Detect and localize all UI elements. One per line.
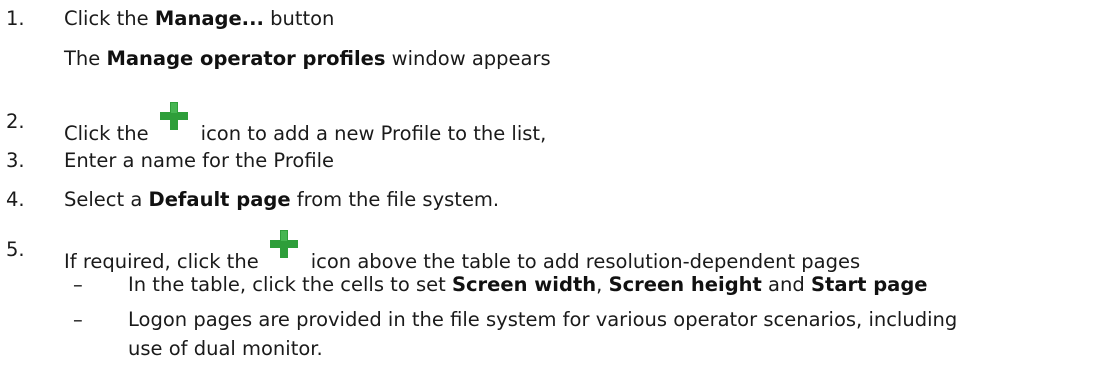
step-number: 3.: [6, 149, 25, 172]
step-text: The Manage operator profiles window appe…: [64, 47, 551, 70]
step-number: 2.: [6, 110, 25, 133]
step-text: Enter a name for the Profile: [64, 149, 335, 172]
substep-text: Logon pages are provided in the file sys…: [128, 308, 958, 331]
step-text: Click the Manage... button: [64, 7, 335, 30]
step-number: 4.: [6, 188, 25, 211]
manage-button-label: Manage...: [154, 7, 264, 30]
window-name: Manage operator profiles: [106, 47, 386, 70]
dash-bullet: –: [73, 273, 83, 296]
substep-text: In the table, click the cells to set Scr…: [128, 273, 928, 296]
dash-bullet: –: [73, 308, 83, 331]
step-text: If required, click the icon above the tab…: [64, 230, 860, 275]
default-page-label: Default page: [148, 188, 291, 211]
step-text: Click the icon to add a new Profile to th…: [64, 102, 546, 147]
add-plus-icon: [267, 230, 301, 271]
substep-text: use of dual monitor.: [128, 337, 323, 360]
add-plus-icon: [157, 102, 191, 143]
step-number: 5.: [6, 238, 25, 261]
step-number: 1.: [6, 7, 25, 30]
step-text: Select a Default page from the file syst…: [64, 188, 500, 211]
